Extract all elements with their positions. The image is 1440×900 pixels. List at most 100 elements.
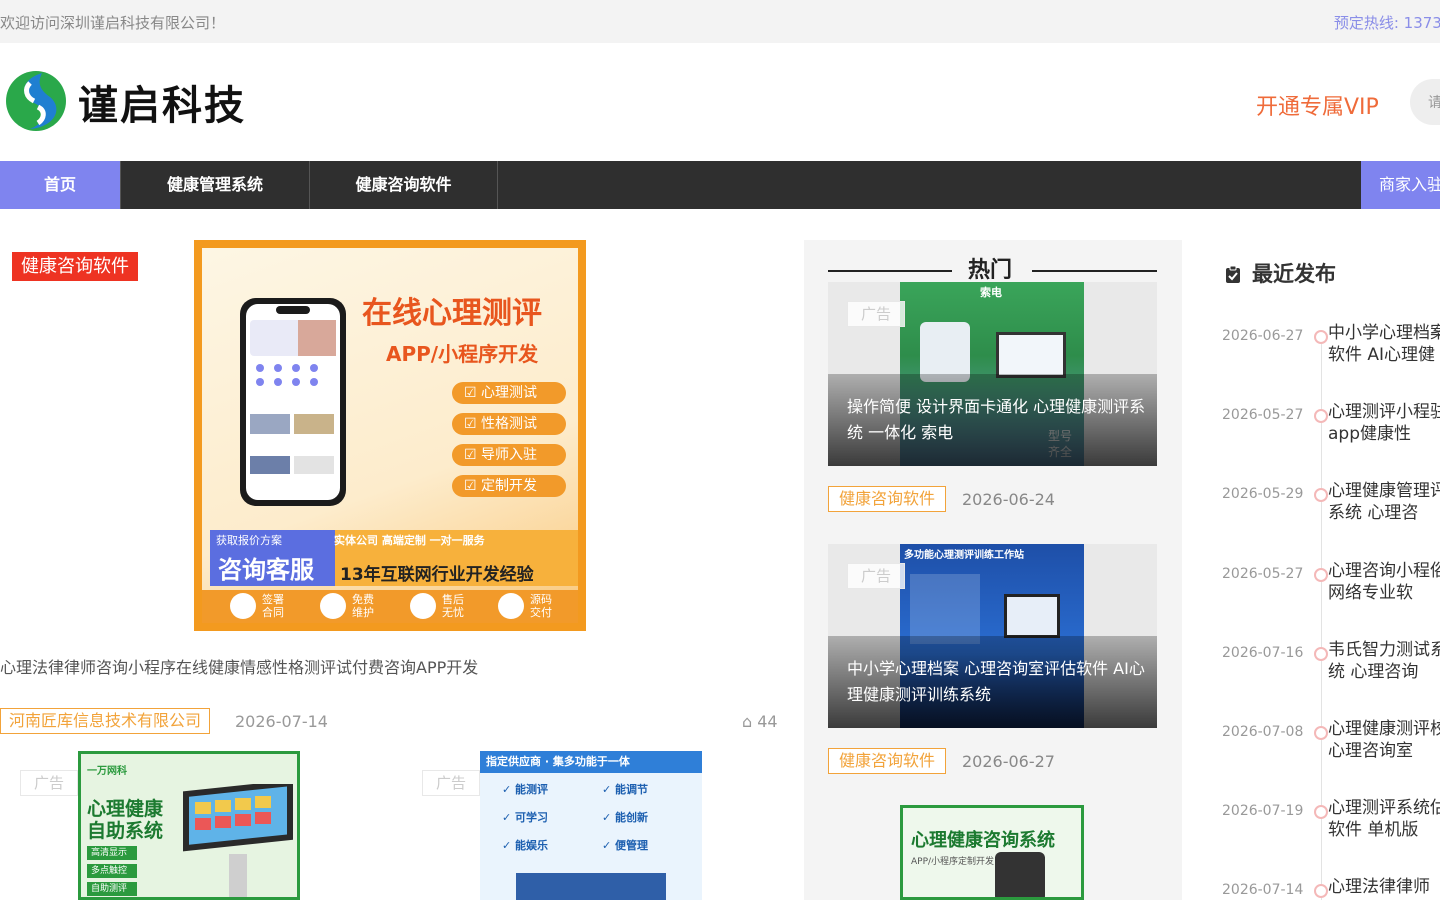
divider xyxy=(1032,270,1157,272)
timeline-dot-icon xyxy=(1314,884,1328,898)
promo-experience: 13年互联网行业开发经验 xyxy=(340,565,534,585)
hot-card-caption: 操作简便 设计界面卡通化 心理健康测评系统 一体化 索电 xyxy=(847,397,1146,442)
recent-title[interactable]: 心理健康测评校心理咨询室 xyxy=(1328,718,1440,762)
top-bar: 欢迎访问深圳谨启科技有限公司！ 预定热线: 13735538 xyxy=(0,0,1440,43)
post-date: 2026-07-14 xyxy=(235,712,328,731)
timeline-dot-icon xyxy=(1314,805,1328,819)
thumb-chip: 多点触控 xyxy=(87,864,137,878)
hot-card-caption: 中小学心理档案 心理咨询室评估软件 AI心理健康测评训练系统 xyxy=(847,659,1145,704)
thumb-multifunction-system[interactable]: 指定供应商 · 集多功能于一体 ✓ 能测评 ✓ 能调节 ✓ 可学习 ✓ 能创新 … xyxy=(480,751,702,900)
main-nav: 首页 健康管理系统 健康咨询软件 商家入驻 xyxy=(0,161,1440,209)
search-placeholder: 请 xyxy=(1428,95,1440,111)
recent-section-title: 最近发布 xyxy=(1224,258,1336,288)
hot-card-date: 2026-06-27 xyxy=(962,752,1055,771)
hot-title-text: 热门 xyxy=(968,258,1013,283)
thumb-self-service-system[interactable]: 一万网科 心理健康 自助系统 高清显示 多点触控 自助测评 xyxy=(78,751,300,900)
hot-card-img-top: 心理健康咨询系统 xyxy=(911,830,1055,851)
ad-label: 广告 xyxy=(422,770,480,796)
hot-section-title: 热门 xyxy=(828,250,1157,284)
category-badge[interactable]: 健康咨询软件 xyxy=(12,252,138,281)
nav-item-home[interactable]: 首页 xyxy=(0,161,120,209)
recent-item[interactable]: 2026-05-27 心理咨询小程俗网络专业软 xyxy=(1222,560,1440,620)
views-icon: ⌂ xyxy=(742,712,753,731)
post-views: ⌂ 44 xyxy=(742,712,778,731)
recent-date: 2026-07-08 xyxy=(1222,724,1304,740)
welcome-text: 欢迎访问深圳谨启科技有限公司！ xyxy=(0,14,226,32)
thumb-banner: 指定供应商 · 集多功能于一体 xyxy=(480,751,702,773)
thumb-chip: 高清显示 xyxy=(87,846,137,860)
timeline-dot-icon xyxy=(1314,726,1328,740)
thumb-item: ✓ 可学习 xyxy=(502,811,549,824)
hot-card-img-top: 多功能心理测评训练工作站 xyxy=(904,550,1024,561)
recent-date: 2026-05-27 xyxy=(1222,407,1304,423)
promo-footer-item: 签署 合同 xyxy=(230,593,310,623)
monitor-shape xyxy=(996,332,1066,378)
hot-card-tag[interactable]: 健康咨询软件 xyxy=(828,748,947,774)
timeline-dot-icon xyxy=(1314,647,1328,661)
phone-shape xyxy=(995,852,1045,897)
hot-card-date: 2026-06-24 xyxy=(962,490,1055,509)
vip-link[interactable]: 开通专属VIP xyxy=(1256,89,1379,121)
kiosk-icon xyxy=(183,784,293,897)
promo-big: 咨询客服 xyxy=(218,556,314,584)
company-tag[interactable]: 河南匠库信息技术有限公司 xyxy=(0,708,211,734)
promo-footer-item: 售后 无忧 xyxy=(410,593,490,623)
recent-date: 2026-07-16 xyxy=(1222,645,1304,661)
recent-title[interactable]: 中小学心理档案软件 AI心理健 xyxy=(1328,322,1440,366)
hot-card-img-sub: APP/小程序定制开发 xyxy=(911,857,995,867)
recent-title[interactable]: 心理咨询小程俗网络专业软 xyxy=(1328,560,1440,604)
recent-title[interactable]: 心理测评小程驻app健康性 xyxy=(1328,401,1440,445)
timeline-dot-icon xyxy=(1314,409,1328,423)
thumb-item: ✓ 能调节 xyxy=(602,783,649,796)
recent-item[interactable]: 2026-07-16 韦氏智力测试系统 心理咨询 xyxy=(1222,639,1440,699)
thumb-screen xyxy=(516,873,666,900)
thumb-item: ✓ 便管理 xyxy=(602,839,649,852)
feature-chip: ☑ 性格测试 xyxy=(452,413,566,435)
thumb-headline-2: 自助系统 xyxy=(87,820,164,842)
ad-label: 广告 xyxy=(847,563,905,589)
recent-item[interactable]: 2026-05-27 心理测评小程驻app健康性 xyxy=(1222,401,1440,461)
featured-image[interactable]: 在线心理测评 APP/小程序开发 ☑ 心理测试 ☑ 性格测试 ☑ 导师入驻 ☑ … xyxy=(194,240,586,631)
feature-chip: ☑ 心理测试 xyxy=(452,382,566,404)
thumb-item: ✓ 能娱乐 xyxy=(502,839,549,852)
recent-item[interactable]: 2026-07-14 心理法律律师 xyxy=(1222,876,1440,900)
nav-item-health-consulting[interactable]: 健康咨询软件 xyxy=(310,161,498,209)
recent-title[interactable]: 心理健康管理评系统 心理咨 xyxy=(1328,480,1440,524)
merchant-join-button[interactable]: 商家入驻 xyxy=(1361,161,1440,209)
logo-icon[interactable] xyxy=(4,69,68,133)
thumb-item: ✓ 能测评 xyxy=(502,783,549,796)
timeline-dot-icon xyxy=(1314,330,1328,344)
thumb-item: ✓ 能创新 xyxy=(602,811,649,824)
person-shape xyxy=(920,322,970,382)
hot-card-tag[interactable]: 健康咨询软件 xyxy=(828,486,947,512)
hot-card-image[interactable]: 心理健康咨询系统 APP/小程序定制开发 xyxy=(900,805,1084,900)
feature-chip: ☑ 定制开发 xyxy=(452,475,566,497)
divider xyxy=(828,270,952,272)
promo-footer-item: 源码 交付 xyxy=(498,593,578,623)
recent-item[interactable]: 2026-05-29 心理健康管理评系统 心理咨 xyxy=(1222,480,1440,540)
hotline-text: 预定热线: 13735538 xyxy=(1333,14,1440,32)
recent-title[interactable]: 心理测评系统估软件 单机版 xyxy=(1328,797,1440,841)
ad-label: 广告 xyxy=(847,301,905,327)
recent-item[interactable]: 2026-06-27 中小学心理档案软件 AI心理健 xyxy=(1222,322,1440,382)
search-input[interactable]: 请 xyxy=(1410,79,1440,125)
recent-date: 2026-06-27 xyxy=(1222,328,1304,344)
recent-item[interactable]: 2026-07-19 心理测评系统估软件 单机版 xyxy=(1222,797,1440,857)
recent-item[interactable]: 2026-07-08 心理健康测评校心理咨询室 xyxy=(1222,718,1440,778)
recent-title[interactable]: 心理法律律师 xyxy=(1328,876,1440,898)
promo-small: 获取报价方案 xyxy=(216,534,282,547)
recent-title[interactable]: 韦氏智力测试系统 心理咨询 xyxy=(1328,639,1440,683)
nav-item-health-management[interactable]: 健康管理系统 xyxy=(120,161,310,209)
logo-text[interactable]: 谨启科技 xyxy=(78,73,246,131)
recent-date: 2026-05-27 xyxy=(1222,566,1304,582)
kiosk-screen-shape xyxy=(1004,594,1060,638)
feature-headline: 在线心理测评 xyxy=(362,296,542,331)
thumb-chip: 自助测评 xyxy=(87,882,137,896)
recent-date: 2026-07-14 xyxy=(1222,882,1304,898)
recent-date: 2026-05-29 xyxy=(1222,486,1304,502)
text-block-shape xyxy=(910,574,980,644)
promo-small-2: 实体公司 高端定制 一对一服务 xyxy=(334,534,485,547)
clipboard-check-icon xyxy=(1226,265,1240,283)
timeline-dot-icon xyxy=(1314,488,1328,502)
featured-post-title[interactable]: 心理法律律师咨询小程序在线健康情感性格测评试付费咨询APP开发 xyxy=(0,654,478,678)
